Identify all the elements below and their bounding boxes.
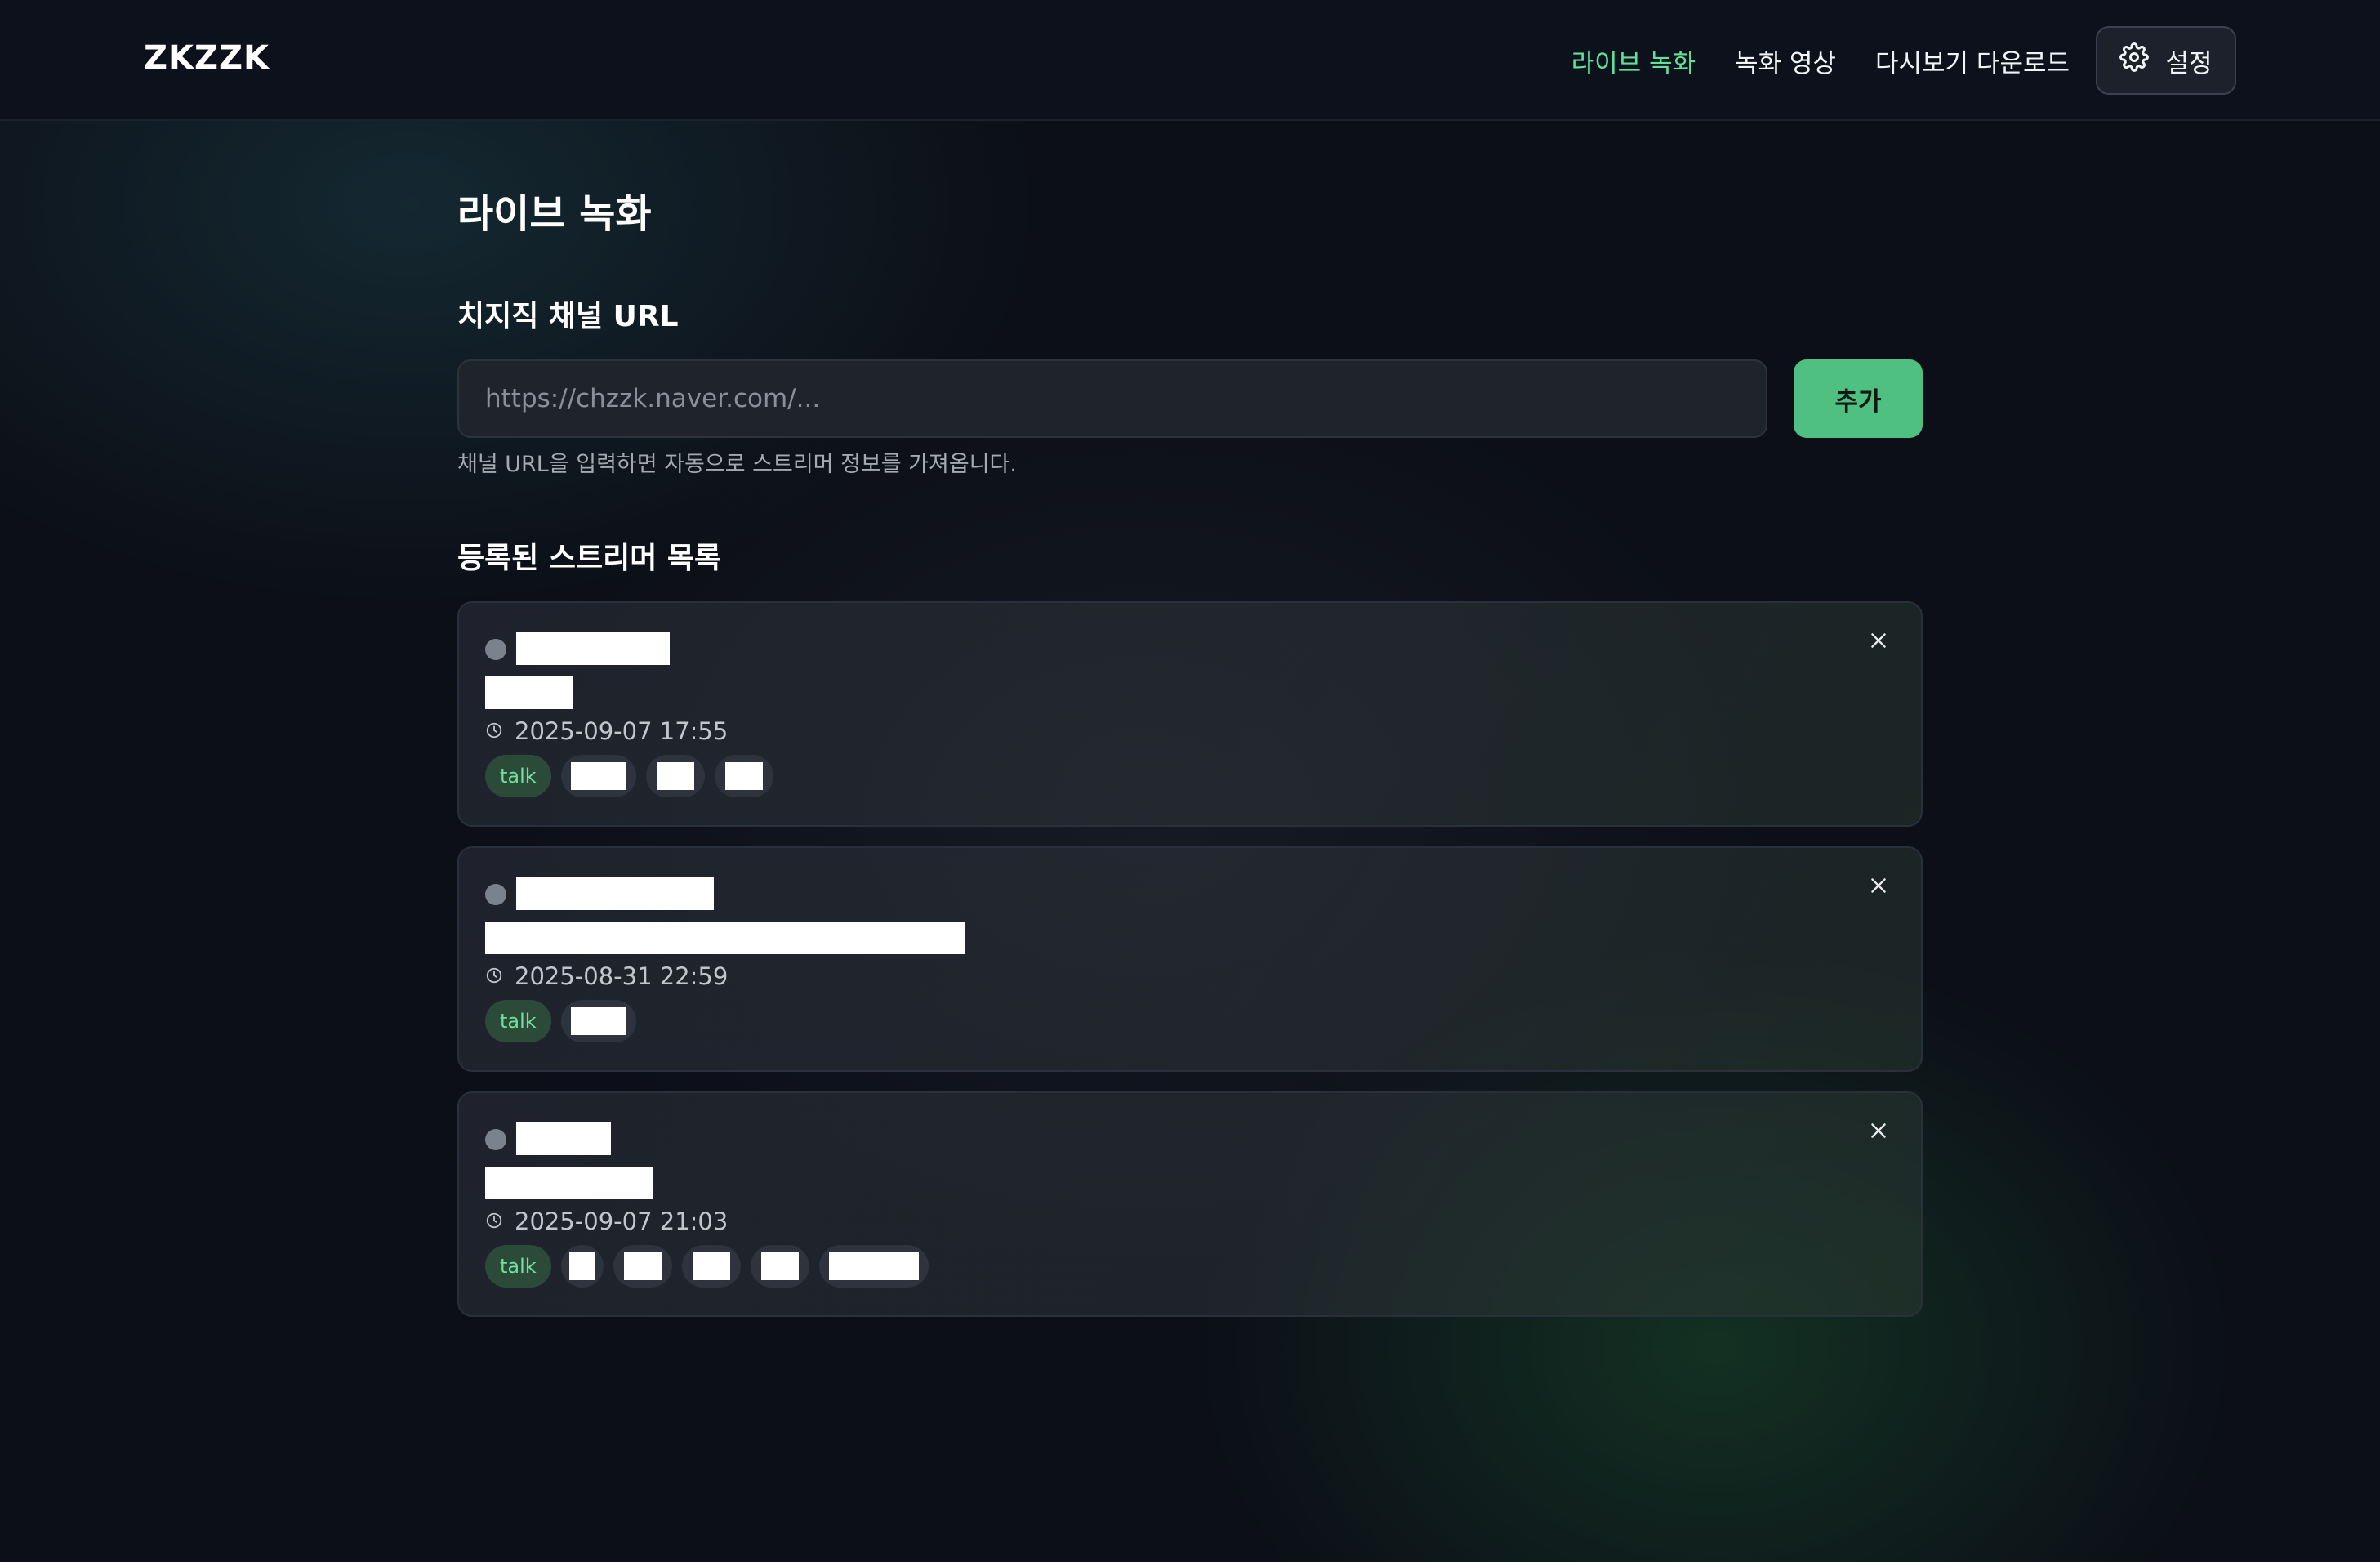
- offline-status-dot: [485, 1129, 506, 1150]
- add-button[interactable]: 추가: [1794, 359, 1923, 438]
- tag-talk: talk: [485, 1245, 551, 1288]
- tag-list: talk: [485, 755, 773, 797]
- redacted-streamer-name: [516, 632, 670, 665]
- nav-replay-download[interactable]: 다시보기 다운로드: [1875, 42, 2070, 79]
- redacted-stream-title: [485, 922, 965, 954]
- remove-streamer-button[interactable]: [1864, 872, 1893, 902]
- redacted-tag: [613, 1245, 672, 1288]
- main-nav: 라이브 녹화 녹화 영상 다시보기 다운로드 설정: [1532, 26, 2236, 95]
- streamer-card[interactable]: 2025-09-07 17:55 talk: [457, 601, 1923, 827]
- redacted-tag: [750, 1245, 809, 1288]
- url-section-title: 치지직 채널 URL: [457, 300, 679, 333]
- redacted-tag: [681, 1245, 741, 1288]
- app-logo[interactable]: ZKZZK: [144, 39, 270, 77]
- tag-talk: talk: [485, 1000, 551, 1042]
- redacted-tag: [714, 755, 773, 797]
- redacted-tag: [818, 1245, 929, 1288]
- last-live-timestamp: 2025-08-31 22:59: [515, 962, 729, 990]
- gear-icon: [2119, 42, 2150, 78]
- close-icon: [1868, 630, 1889, 654]
- streamer-card[interactable]: 2025-09-07 21:03 talk: [457, 1091, 1923, 1317]
- clock-icon: [485, 1207, 503, 1235]
- last-live-time: 2025-09-07 17:55: [485, 717, 728, 745]
- page-title: 라이브 녹화: [457, 191, 652, 237]
- tag-list: talk: [485, 1000, 636, 1042]
- redacted-tag: [560, 1245, 604, 1288]
- clock-icon: [485, 962, 503, 990]
- tag-list: talk: [485, 1245, 929, 1288]
- nav-recorded-videos[interactable]: 녹화 영상: [1735, 42, 1836, 79]
- close-icon: [1868, 1120, 1889, 1145]
- settings-label: 설정: [2165, 48, 2213, 78]
- last-live-time: 2025-08-31 22:59: [485, 962, 728, 990]
- top-nav-bar: ZKZZK 라이브 녹화 녹화 영상 다시보기 다운로드 설정: [0, 0, 2380, 121]
- last-live-time: 2025-09-07 21:03: [485, 1207, 728, 1235]
- redacted-tag: [560, 755, 636, 797]
- channel-url-input[interactable]: [457, 359, 1767, 438]
- redacted-streamer-name: [516, 877, 714, 910]
- nav-live-recording[interactable]: 라이브 녹화: [1571, 42, 1696, 79]
- close-icon: [1868, 875, 1889, 899]
- offline-status-dot: [485, 884, 506, 905]
- redacted-stream-title: [485, 676, 573, 709]
- redacted-tag: [645, 755, 705, 797]
- settings-button[interactable]: 설정: [2096, 26, 2236, 95]
- last-live-timestamp: 2025-09-07 17:55: [515, 717, 729, 745]
- offline-status-dot: [485, 639, 506, 660]
- remove-streamer-button[interactable]: [1864, 627, 1893, 657]
- remove-streamer-button[interactable]: [1864, 1118, 1893, 1147]
- streamer-card[interactable]: 2025-08-31 22:59 talk: [457, 846, 1923, 1072]
- redacted-stream-title: [485, 1167, 653, 1199]
- tag-talk: talk: [485, 755, 551, 797]
- clock-icon: [485, 717, 503, 745]
- streamer-list-title: 등록된 스트리머 목록: [457, 542, 722, 575]
- last-live-timestamp: 2025-09-07 21:03: [515, 1207, 729, 1235]
- redacted-tag: [560, 1000, 636, 1042]
- redacted-streamer-name: [516, 1122, 611, 1155]
- url-hint-text: 채널 URL을 입력하면 자동으로 스트리머 정보를 가져옵니다.: [457, 452, 1017, 477]
